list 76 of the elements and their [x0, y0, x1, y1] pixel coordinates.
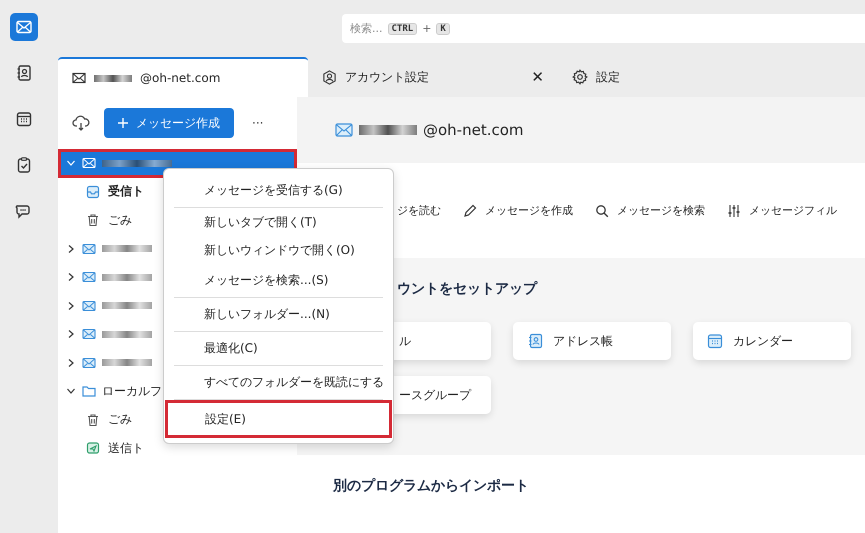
- menu-item[interactable]: 新しいウィンドウで開く(O): [164, 236, 393, 264]
- tab[interactable]: @oh-net.com: [58, 57, 308, 97]
- account-title: @oh-net.com: [423, 121, 524, 139]
- inbox-icon: [86, 184, 100, 199]
- folder-name: 受信ト: [108, 183, 144, 200]
- section-heading: 別のプログラムからインポート: [333, 477, 530, 495]
- tab-label: @oh-net.com: [140, 71, 220, 85]
- redacted-block: [94, 74, 132, 82]
- envelope-icon: [82, 242, 96, 256]
- redacted-block: [102, 160, 172, 167]
- trash-icon: [86, 213, 100, 228]
- settings-icon: [572, 69, 588, 85]
- tab[interactable]: 設定: [558, 57, 634, 97]
- envelope-icon: [335, 122, 353, 138]
- card-label: ースグループ: [399, 386, 471, 404]
- redacted-block: [102, 302, 152, 310]
- setup-card[interactable]: アドレス帳: [513, 322, 671, 360]
- folder-name: ごみ: [108, 411, 132, 428]
- folder-name: 送信ト: [108, 440, 144, 457]
- card-label: アドレス帳: [553, 332, 613, 350]
- more-button[interactable]: ···: [252, 116, 264, 130]
- folder-icon: [82, 384, 96, 398]
- folder-row[interactable]: 送信ト: [58, 434, 148, 462]
- envelope-icon: [82, 327, 96, 342]
- chevron-icon[interactable]: [66, 244, 76, 254]
- tab-label: 設定: [596, 68, 620, 86]
- folder-row[interactable]: ローカルフ: [58, 377, 166, 406]
- folder-name: ローカルフ: [102, 382, 162, 400]
- envelope-icon: [82, 156, 96, 170]
- redacted-block: [102, 274, 152, 281]
- redacted-block: [102, 245, 152, 252]
- search-icon: [595, 204, 609, 218]
- folder-name: ごみ: [108, 212, 132, 229]
- plus-icon: [118, 118, 128, 128]
- card-label: カレンダー: [733, 332, 793, 350]
- card-label: ル: [399, 332, 411, 350]
- search-placeholder: 検索...: [350, 21, 382, 36]
- close-icon[interactable]: ✕: [531, 68, 544, 86]
- envelope-icon: [82, 356, 96, 370]
- chevron-icon[interactable]: [66, 300, 76, 311]
- trash-icon: [86, 412, 100, 427]
- keyboard-key: K: [436, 22, 450, 34]
- section-heading: ウントをセットアップ: [396, 280, 539, 298]
- compose-button[interactable]: メッセージ作成: [104, 108, 234, 138]
- action-link[interactable]: メッセージを検索: [595, 203, 705, 218]
- envelope-icon: [82, 298, 96, 313]
- folder-row[interactable]: ごみ: [58, 206, 136, 234]
- setup-card[interactable]: カレンダー: [693, 322, 851, 360]
- chevron-icon[interactable]: [66, 386, 76, 396]
- action-link[interactable]: ジを読む: [397, 203, 441, 218]
- tab-label: アカウント設定: [345, 68, 429, 86]
- redacted-block: [102, 359, 152, 366]
- redacted-block: [102, 330, 152, 338]
- keyboard-key: CTRL: [388, 22, 418, 34]
- envelope-icon: [82, 270, 96, 284]
- menu-item[interactable]: 新しいタブで開く(T): [164, 208, 393, 236]
- sliders-icon: [727, 204, 741, 218]
- address-book-icon: [527, 333, 543, 349]
- tab[interactable]: アカウント設定 ✕: [308, 57, 558, 97]
- chevron-icon[interactable]: [66, 358, 76, 368]
- redacted-block: [359, 125, 417, 135]
- cloud-icon[interactable]: [72, 115, 90, 131]
- search-field[interactable]: 検索... CTRL + K: [342, 14, 865, 43]
- pencil-icon: [463, 204, 477, 218]
- calendar-icon: [707, 333, 723, 349]
- action-link[interactable]: メッセージを作成: [463, 203, 573, 218]
- mail-icon[interactable]: [10, 13, 38, 41]
- plus-sign: +: [422, 22, 432, 35]
- folder-row[interactable]: ごみ: [58, 406, 136, 434]
- outbox-icon: [86, 441, 100, 456]
- folder-row[interactable]: 受信ト: [58, 178, 148, 206]
- action-link[interactable]: メッセージフィル: [727, 203, 837, 218]
- envelope-icon: [72, 71, 86, 85]
- chevron-icon[interactable]: [66, 272, 76, 282]
- account-icon: [322, 70, 337, 84]
- chevron-icon[interactable]: [66, 329, 76, 340]
